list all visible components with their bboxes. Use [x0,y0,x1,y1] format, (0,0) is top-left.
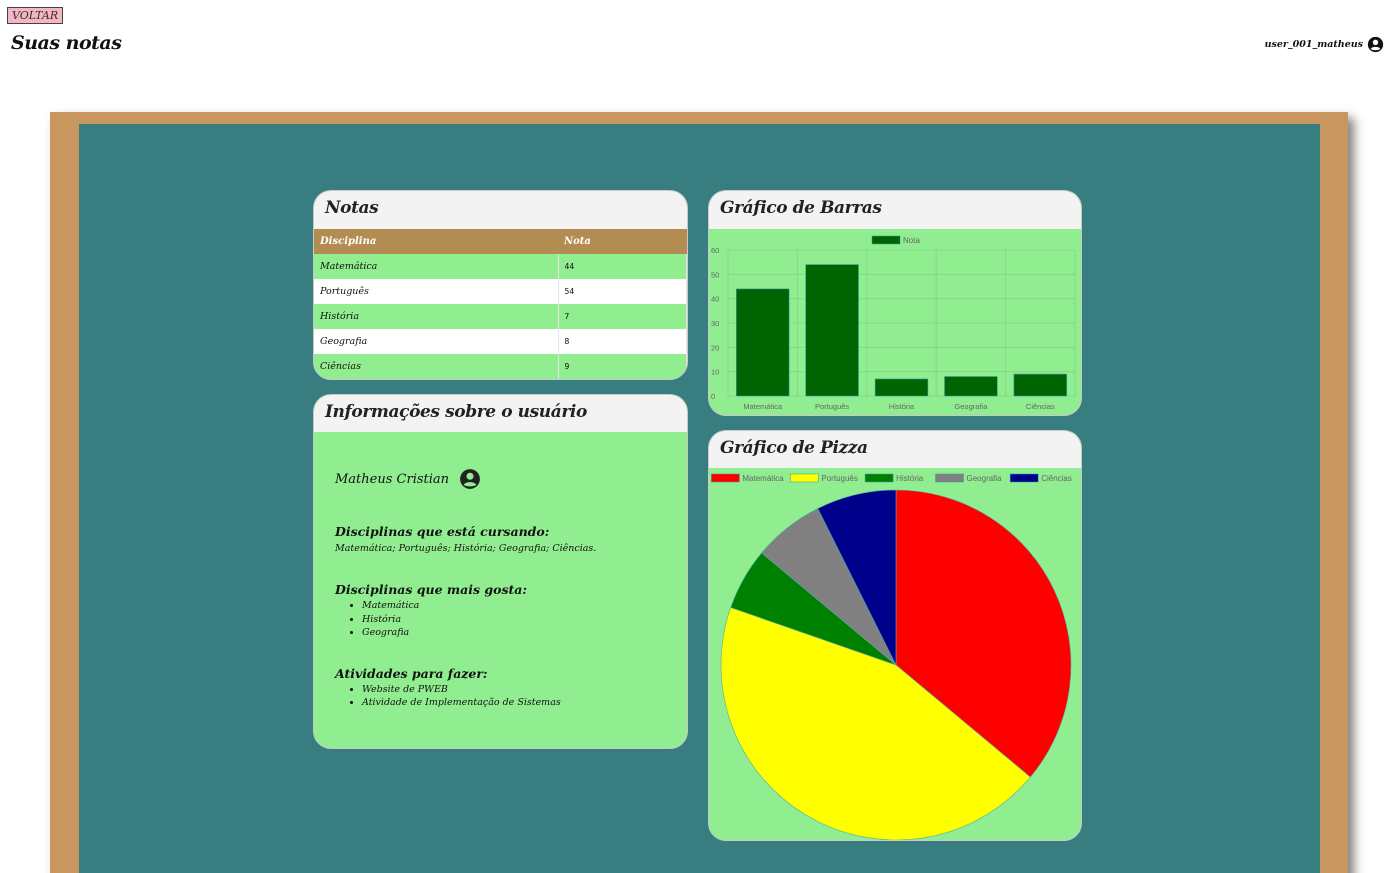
list-item: Matemática [362,599,687,613]
user-info-card-title: Informações sobre o usuário [314,395,687,432]
grades-table: Disciplina Nota Matemática 44 Português … [314,229,687,379]
legend-swatch [790,473,819,483]
bar [944,376,998,397]
y-tick-label: 20 [711,343,719,352]
list-item: História [362,613,687,627]
x-tick-label: Português [815,402,849,411]
todo-list: Website de PWEB Atividade de Implementaç… [335,683,687,710]
subject-cell: Matemática [314,254,559,279]
legend-label: Matemática [742,474,784,483]
page-title: Suas notas [11,32,122,54]
table-row: Ciências 9 [314,354,687,379]
legend-label: Nota [903,236,920,245]
y-tick-label: 40 [711,295,719,304]
board-frame [50,112,1348,873]
legend-swatch [1009,473,1039,483]
username: user_001_matheus [1264,39,1363,50]
subject-cell: Ciências [314,354,559,379]
bar [805,264,859,397]
grades-card: Notas Disciplina Nota Matemática 44 Port… [313,190,688,380]
subject-cell: Geografia [314,329,559,354]
back-button[interactable]: VOLTAR [7,7,64,24]
grade-cell: 44 [558,254,687,279]
legend-swatch [871,235,901,245]
list-item: Atividade de Implementação de Sistemas [362,696,687,710]
user-menu[interactable]: user_001_matheus [1265,36,1384,53]
bar [1013,373,1067,397]
todo-heading: Atividades para fazer: [335,665,488,681]
user-full-name: Matheus Cristian [335,471,450,487]
column-header-subject: Disciplina [314,229,558,254]
legend-label: História [896,474,924,483]
pie-chart-card: Gráfico de Pizza Matemática Português Hist… [708,430,1082,841]
grade-cell: 9 [558,354,687,379]
y-tick-label: 10 [711,368,719,377]
grade-cell: 8 [558,329,687,354]
x-tick-label: História [889,402,915,411]
user-circle-icon [460,469,480,489]
x-tick-label: Matemática [743,402,783,411]
subject-cell: Português [314,279,559,304]
studying-heading: Disciplinas que está cursando: [335,524,550,539]
table-row: Geografia 8 [314,329,687,354]
legend-label: Ciências [1041,474,1072,483]
user-circle-icon [1367,36,1384,53]
table-row: Português 54 [314,279,687,304]
bar [874,378,929,397]
y-tick-label: 30 [711,319,719,328]
pie-chart: Matemática Português História Geografia Ciên… [711,473,1072,840]
legend-label: Geografia [967,474,1003,483]
user-info-card: Informações sobre o usuário Matheus Cris… [313,394,688,749]
legend-label: Português [821,474,857,483]
y-tick-label: 60 [711,246,719,255]
grade-cell: 54 [558,279,687,304]
list-item: Website de PWEB [362,683,687,697]
bar-chart-title: Gráfico de Barras [709,191,1081,229]
studying-text: Matemática; Português; História; Geograf… [335,543,597,554]
table-row: Matemática 44 [314,254,687,279]
list-item: Geografia [362,626,687,640]
x-tick-label: Ciências [1026,402,1055,411]
bar-chart: Nota 0 10 20 30 40 50 60 Matemática Português Hist… [711,235,1076,411]
legend-swatch [711,473,740,483]
subject-cell: História [314,304,559,329]
x-tick-label: Geografia [954,402,988,411]
column-header-grade: Nota [558,229,687,254]
favorites-heading: Disciplinas que mais gosta: [335,582,527,597]
pie-chart-title: Gráfico de Pizza [709,431,1081,468]
grade-cell: 7 [558,304,687,329]
y-tick-label: 0 [711,392,715,401]
grades-card-title: Notas [314,191,687,229]
favorites-list: Matemática História Geografia [335,599,687,640]
bar [736,288,790,397]
bar-chart-card: Gráfico de Barras Nota 0 10 20 30 40 50 60 Matem… [708,190,1082,416]
board [79,124,1320,873]
legend-swatch [864,473,894,483]
legend-swatch [935,473,964,483]
table-row: História 7 [314,304,687,329]
y-tick-label: 50 [711,270,719,279]
